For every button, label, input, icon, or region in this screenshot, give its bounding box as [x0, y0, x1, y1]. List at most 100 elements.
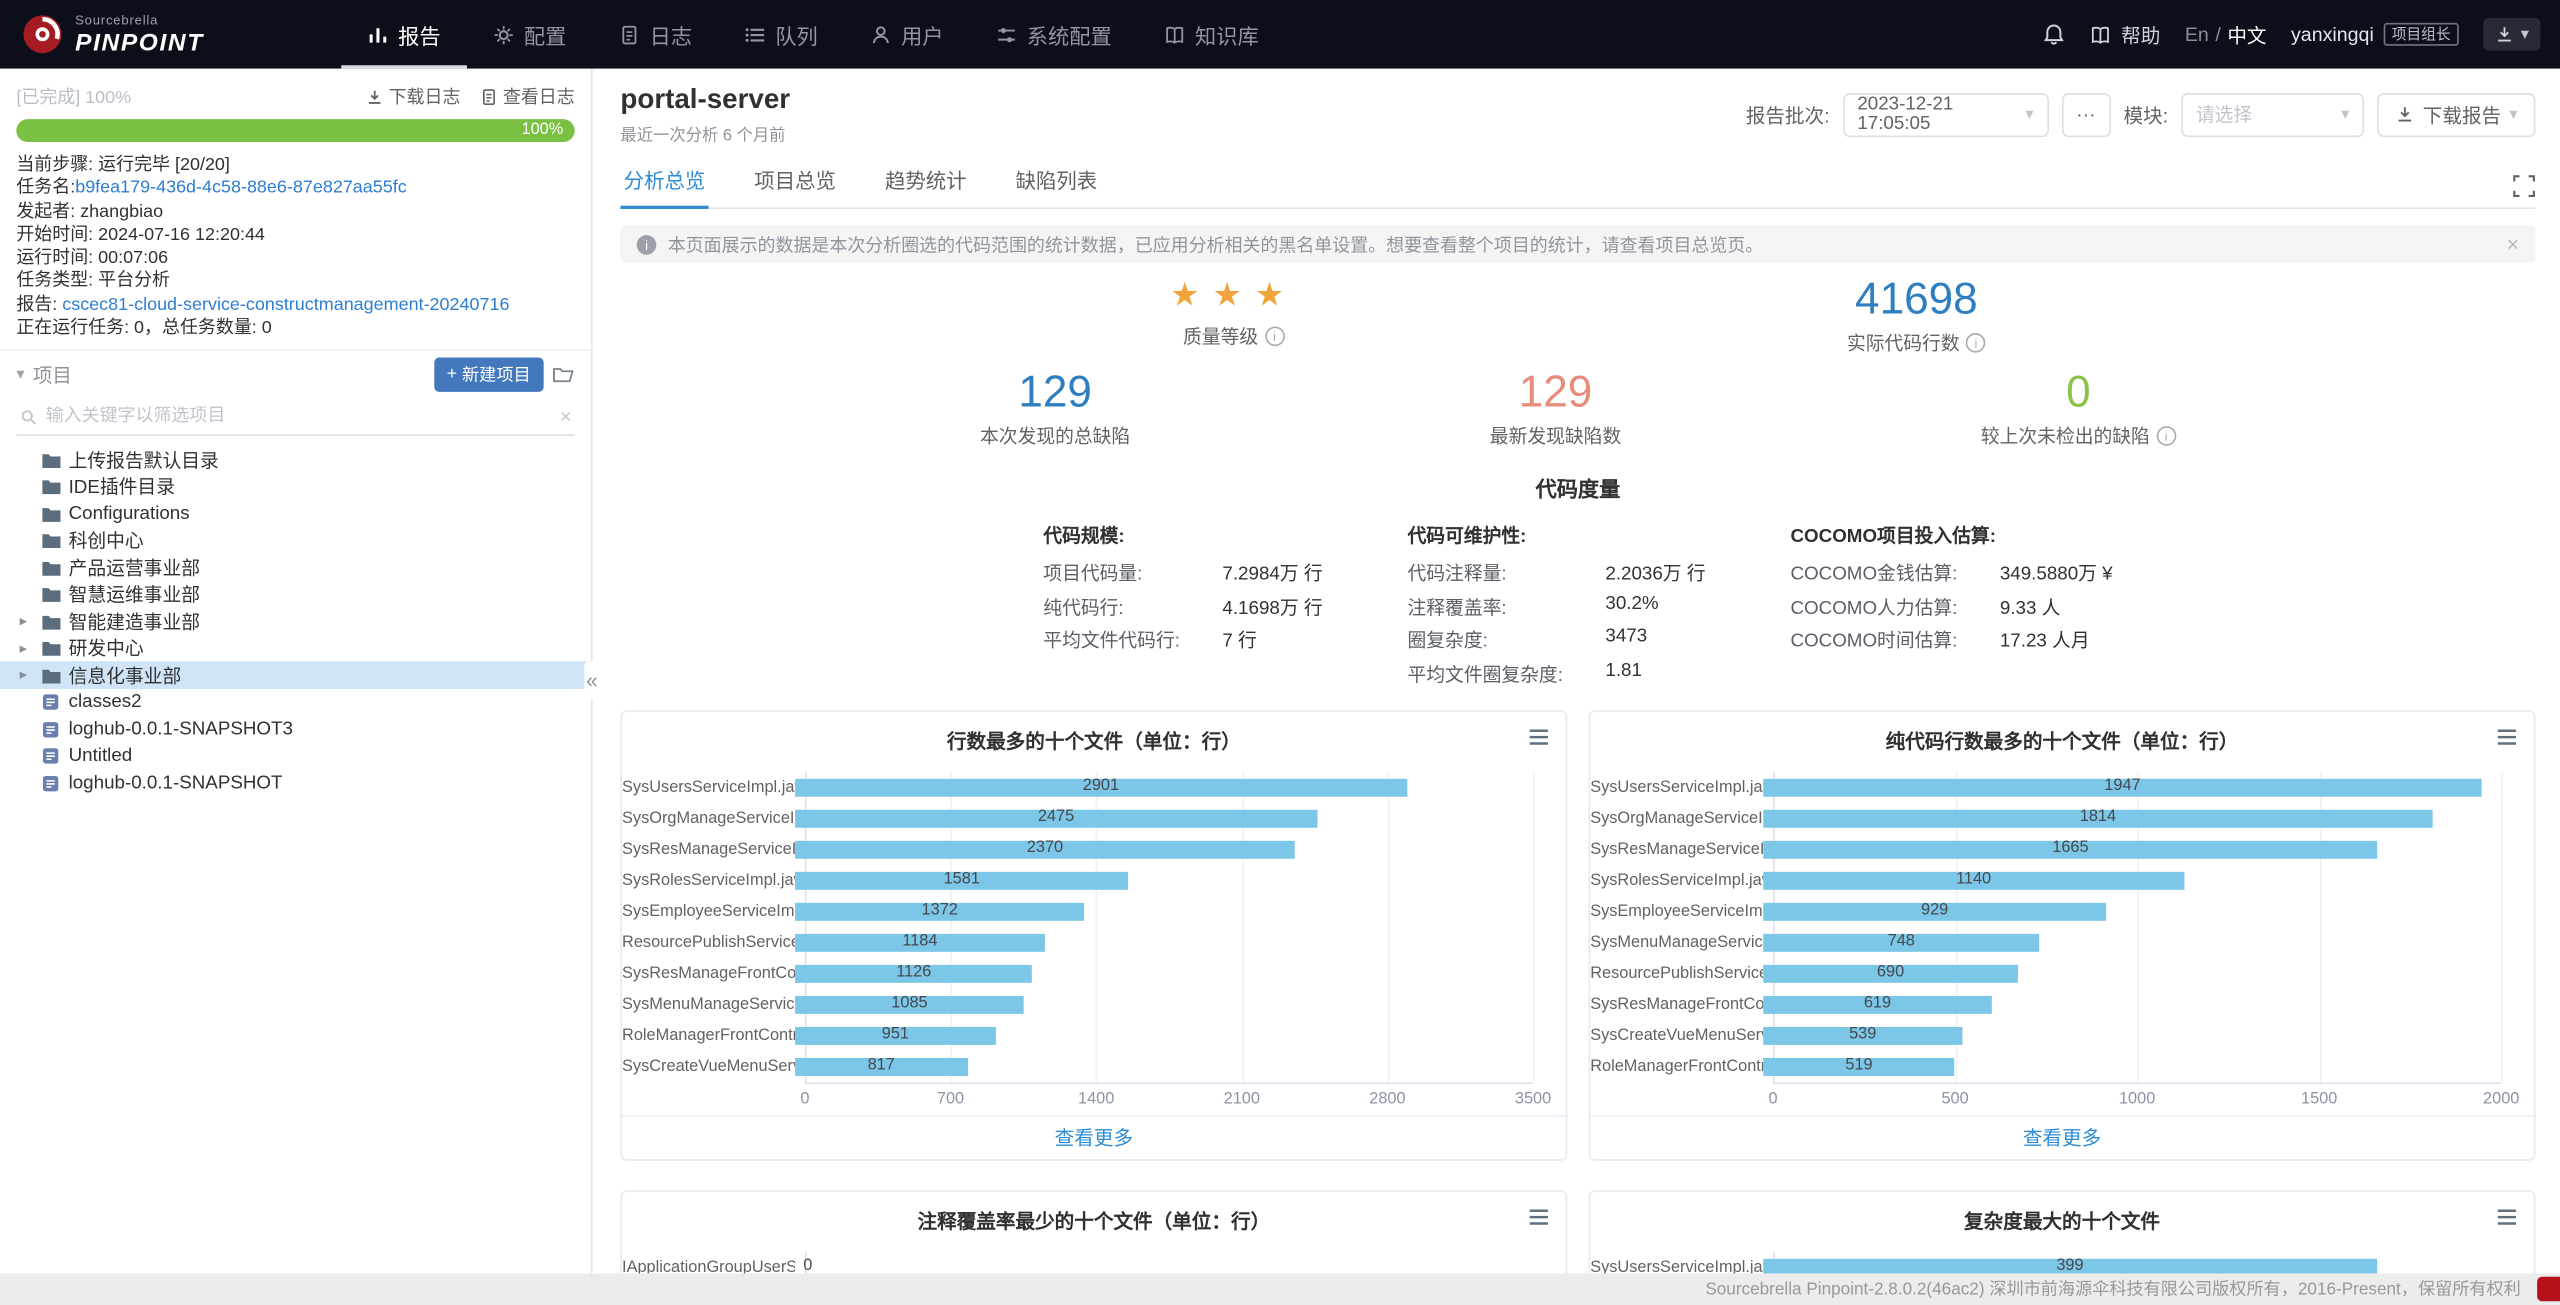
- tree-item[interactable]: ▸ 研发中心: [0, 635, 591, 662]
- tree-item[interactable]: ▸ classes2: [0, 689, 591, 716]
- close-icon[interactable]: ×: [2507, 232, 2519, 256]
- project-search-input[interactable]: [46, 407, 552, 427]
- view-log-button[interactable]: 查看日志: [480, 83, 575, 109]
- nav-item-system-config[interactable]: 系统配置: [970, 0, 1138, 69]
- tree-item[interactable]: ▸ loghub-0.0.1-SNAPSHOT3: [0, 716, 591, 743]
- bell-icon[interactable]: [2043, 23, 2066, 46]
- metric-group-title: 代码规模:: [1043, 522, 1322, 548]
- chart-category-label: ResourcePublishServiceImpl.j..: [1590, 964, 1763, 982]
- caret-right-icon[interactable]: ▸: [20, 612, 35, 630]
- chevron-down-icon[interactable]: ▾: [16, 366, 24, 384]
- brand-logo[interactable]: Sourcebrella PINPOINT: [21, 13, 204, 55]
- more-actions-button[interactable]: ···: [2061, 92, 2110, 136]
- tab-defect-list[interactable]: 缺陷列表: [1012, 153, 1100, 207]
- tree-item[interactable]: ▸ 产品运营事业部: [0, 554, 591, 581]
- folder-icon: [41, 639, 62, 659]
- tree-item[interactable]: ▸ 科创中心: [0, 527, 591, 554]
- page-title: portal-server: [620, 83, 790, 116]
- chart-menu-icon[interactable]: [2496, 726, 2517, 747]
- metric-value: 30.2%: [1605, 593, 1705, 619]
- tree-item[interactable]: ▸ 智慧运维事业部: [0, 581, 591, 608]
- chart-row: SysResManageFrontControlle...619: [1590, 989, 2534, 1020]
- chart-menu-icon[interactable]: [1528, 726, 1549, 747]
- fullscreen-icon[interactable]: [2513, 175, 2536, 198]
- help-button[interactable]: 帮助: [2090, 20, 2160, 48]
- book-icon: [1164, 24, 1185, 45]
- chart-category-label: ResourcePublishServiceImpl.j..: [622, 933, 795, 951]
- view-more-link[interactable]: 查看更多: [1055, 1123, 1133, 1151]
- report-batch-select[interactable]: 2023-12-21 17:05:05 ▾: [1843, 92, 2049, 136]
- chart-menu-icon[interactable]: [2496, 1206, 2517, 1227]
- folder-icon: [41, 477, 62, 497]
- metric-label: COCOMO时间估算:: [1790, 627, 1957, 653]
- lang-en[interactable]: En: [2185, 23, 2209, 46]
- module-placeholder: 请选择: [2196, 101, 2252, 127]
- report-batch-label: 报告批次:: [1746, 100, 1830, 128]
- new-project-button[interactable]: + 新建项目: [434, 357, 544, 391]
- chart-axis-tick: 1000: [2119, 1090, 2155, 1108]
- metric-value: 7 行: [1222, 627, 1322, 653]
- chart-row: RoleManagerFrontController.j...951: [622, 1020, 1566, 1051]
- info-icon[interactable]: [1265, 327, 1285, 347]
- clear-search-icon[interactable]: ×: [560, 406, 571, 429]
- task-status-label: [已完成] 100%: [16, 83, 131, 109]
- chevron-down-icon: ▾: [2341, 105, 2349, 123]
- chart-category-label: SysRolesServiceImpl.java: [1590, 871, 1763, 889]
- nav-item-knowledge-base[interactable]: 知识库: [1138, 0, 1285, 69]
- sourcebrella-logo-icon: [21, 13, 63, 55]
- tab-project-overview[interactable]: 项目总览: [751, 153, 839, 207]
- open-folder-icon[interactable]: [552, 364, 575, 385]
- footer-copyright: Sourcebrella Pinpoint-2.8.0.2(46ac2) 深圳市…: [1705, 1277, 2520, 1301]
- nav-item-logs[interactable]: 日志: [592, 0, 718, 69]
- tree-item[interactable]: ▸ loghub-0.0.1-SNAPSHOT: [0, 770, 591, 797]
- main-nav: 报告 配置 日志 队列 用户 系统配置: [341, 0, 1285, 69]
- download-log-button[interactable]: 下载日志: [366, 83, 461, 109]
- caret-right-icon[interactable]: ▸: [20, 666, 35, 684]
- nav-item-users[interactable]: 用户: [844, 0, 970, 69]
- info-icon[interactable]: [2156, 426, 2176, 446]
- role-badge: 项目组长: [2384, 22, 2459, 46]
- chart-value-label: 1814: [2080, 808, 2116, 826]
- chart-menu-icon[interactable]: [1528, 1206, 1549, 1227]
- tree-item[interactable]: ▸ Untitled: [0, 743, 591, 770]
- navbar-download-button[interactable]: ▾: [2483, 18, 2540, 51]
- chart-title: 复杂度最大的十个文件: [1964, 1209, 2160, 1232]
- caret-right-icon[interactable]: ▸: [20, 639, 35, 657]
- tree-item[interactable]: ▸ 智能建造事业部: [0, 608, 591, 635]
- view-more-link[interactable]: 查看更多: [2023, 1123, 2101, 1151]
- folder-icon: [41, 504, 62, 524]
- download-report-button[interactable]: 下载报告 ▾: [2377, 92, 2535, 136]
- tab-trend-stats[interactable]: 趋势统计: [882, 153, 970, 207]
- info-icon[interactable]: [1966, 333, 1986, 353]
- task-info-value: cscec81-cloud-service-constructmanagemen…: [62, 295, 509, 315]
- tree-item[interactable]: ▸ 信息化事业部: [0, 662, 591, 689]
- tree-item[interactable]: ▸ IDE插件目录: [0, 473, 591, 500]
- task-info-row: 开始时间: 2024-07-16 12:20:44: [16, 223, 574, 246]
- chart-row: SysUsersServiceImpl.java2901: [622, 771, 1566, 802]
- main-content: portal-server 最近一次分析 6 个月前 报告批次: 2023-12…: [593, 69, 2560, 1273]
- nav-item-label: 配置: [524, 19, 566, 50]
- tree-item[interactable]: ▸ Configurations: [0, 500, 591, 527]
- chart-value-label: 929: [1921, 901, 1948, 919]
- chart-axis: 0500100015002000: [1773, 1082, 2501, 1115]
- chart-value-label: 1140: [1956, 870, 1991, 888]
- sidebar-collapse-handle[interactable]: «: [584, 661, 599, 699]
- nav-item-queue[interactable]: 队列: [718, 0, 844, 69]
- project-file-icon: [41, 746, 62, 766]
- chart-value-label: 1665: [2052, 839, 2088, 857]
- module-select[interactable]: 请选择 ▾: [2181, 92, 2364, 136]
- chart-row: SysResManageServiceImpl.j..1665: [1590, 833, 2534, 864]
- nav-item-config[interactable]: 配置: [467, 0, 593, 69]
- user-menu[interactable]: yanxingqi 项目组长: [2291, 22, 2459, 46]
- feedback-widget[interactable]: [2537, 1276, 2560, 1300]
- lang-zh[interactable]: 中文: [2227, 20, 2266, 48]
- language-toggle[interactable]: En / 中文: [2185, 20, 2267, 48]
- chart-axis-tick: 2100: [1224, 1090, 1260, 1108]
- chart-rows: IApplicationGroupUserServic...0IApplicat…: [622, 1251, 1566, 1272]
- chart-card-least-comment-coverage: 注释覆盖率最少的十个文件（单位：行） IApplicationGroupUser…: [620, 1189, 1567, 1272]
- chevron-down-icon: ▾: [2509, 105, 2517, 123]
- tree-item[interactable]: ▸ 上传报告默认目录: [0, 446, 591, 473]
- tab-analysis-overview[interactable]: 分析总览: [620, 153, 708, 209]
- project-file-icon: [41, 692, 62, 712]
- nav-item-reports[interactable]: 报告: [341, 0, 467, 69]
